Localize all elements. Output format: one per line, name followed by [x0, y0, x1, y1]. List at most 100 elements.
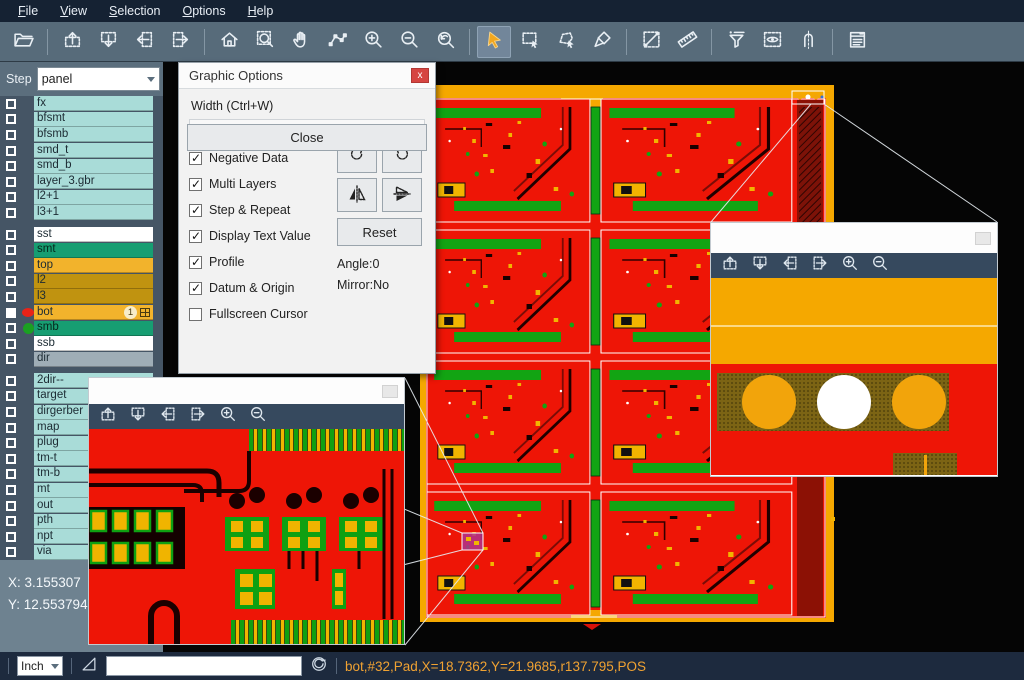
layer-row[interactable]: top: [0, 258, 163, 274]
checkbox-display-text-value[interactable]: Display Text Value: [189, 223, 334, 249]
layer-visibility-checkbox[interactable]: [6, 177, 16, 187]
layer-name[interactable]: layer_3.gbr: [34, 174, 153, 189]
pan-right-button[interactable]: [807, 255, 833, 277]
filter-button[interactable]: [719, 26, 753, 58]
layer-name[interactable]: bfsmb: [34, 127, 153, 142]
angle-mode-icon[interactable]: [80, 655, 98, 678]
zoom-out-button[interactable]: [245, 406, 271, 428]
zoom-out-button[interactable]: [867, 255, 893, 277]
layer-visibility-checkbox[interactable]: [6, 516, 16, 526]
menu-view[interactable]: View: [50, 2, 97, 20]
layer-name[interactable]: fx: [34, 96, 153, 111]
layer-row[interactable]: smb: [0, 320, 163, 336]
checkbox-step-repeat[interactable]: Step & Repeat: [189, 197, 334, 223]
layer-visibility-checkbox[interactable]: [6, 208, 16, 218]
layer-visibility-checkbox[interactable]: [6, 391, 16, 401]
layer-visibility-checkbox[interactable]: [6, 261, 16, 271]
pan-hand-button[interactable]: [284, 26, 318, 58]
layer-visibility-checkbox[interactable]: [6, 354, 16, 364]
layer-name[interactable]: bot1: [34, 305, 153, 320]
flip-horizontal-button[interactable]: [337, 178, 377, 212]
polygon-select-button[interactable]: [549, 26, 583, 58]
layer-name[interactable]: l2+1: [34, 190, 153, 205]
layer-visibility-checkbox[interactable]: [6, 192, 16, 202]
reset-button[interactable]: Reset: [337, 218, 422, 246]
layer-visibility-checkbox[interactable]: [6, 454, 16, 464]
open-folder-button[interactable]: [6, 26, 40, 58]
layer-name[interactable]: dir: [34, 352, 153, 367]
layer-row[interactable]: bfsmb: [0, 127, 163, 143]
page-up-button[interactable]: [55, 26, 89, 58]
unit-select[interactable]: Inch: [17, 656, 63, 676]
dialog-title-bar[interactable]: Graphic Options x: [179, 63, 435, 89]
refresh-icon[interactable]: [310, 655, 328, 678]
zoom-previous-button[interactable]: [428, 26, 462, 58]
ruler-button[interactable]: [670, 26, 704, 58]
pan-right-button[interactable]: [185, 406, 211, 428]
layer-name[interactable]: l3+1: [34, 205, 153, 220]
menu-options[interactable]: Options: [172, 2, 235, 20]
checkbox-profile[interactable]: Profile: [189, 249, 334, 275]
layer-row[interactable]: dir: [0, 352, 163, 368]
checkbox-fullscreen-cursor[interactable]: Fullscreen Cursor: [189, 301, 334, 327]
snap-hook-button[interactable]: [791, 26, 825, 58]
layer-row[interactable]: layer_3.gbr: [0, 174, 163, 190]
zoom-in-button[interactable]: [837, 255, 863, 277]
layer-visibility-checkbox[interactable]: [6, 547, 16, 557]
layer-visibility-checkbox[interactable]: [6, 423, 16, 433]
layer-visibility-checkbox[interactable]: [6, 161, 16, 171]
magnifier-view-top[interactable]: [711, 278, 997, 475]
zoom-in-button[interactable]: [215, 406, 241, 428]
layer-name[interactable]: bfsmt: [34, 112, 153, 127]
layer-visibility-checkbox[interactable]: [6, 130, 16, 140]
magnifier-window-bottom[interactable]: [88, 377, 405, 645]
magnifier-title-bar[interactable]: [89, 378, 404, 404]
pan-up-button[interactable]: [95, 406, 121, 428]
layer-row[interactable]: l3+1: [0, 205, 163, 221]
layer-row-active[interactable]: bot1: [0, 305, 163, 321]
close-icon[interactable]: x: [411, 68, 429, 83]
checkbox-multi-layers[interactable]: Multi Layers: [189, 171, 334, 197]
layer-name[interactable]: smb: [34, 321, 153, 336]
clean-brush-button[interactable]: [585, 26, 619, 58]
layer-visibility-checkbox[interactable]: [6, 230, 16, 240]
view-region-button[interactable]: [755, 26, 789, 58]
layer-visibility-checkbox[interactable]: [6, 469, 16, 479]
layer-row[interactable]: l2+1: [0, 190, 163, 206]
layer-visibility-checkbox[interactable]: [6, 323, 16, 333]
page-right-button[interactable]: [163, 26, 197, 58]
pan-left-button[interactable]: [155, 406, 181, 428]
pan-down-button[interactable]: [747, 255, 773, 277]
pan-down-button[interactable]: [125, 406, 151, 428]
layer-visibility-checkbox[interactable]: [6, 339, 16, 349]
rect-select-button[interactable]: [513, 26, 547, 58]
dialog-close-button[interactable]: Close: [187, 124, 427, 151]
flip-vertical-button[interactable]: [382, 178, 422, 212]
layer-visibility-checkbox[interactable]: [6, 376, 16, 386]
layer-row[interactable]: ssb: [0, 336, 163, 352]
menu-file[interactable]: File: [8, 2, 48, 20]
layer-visibility-checkbox[interactable]: [6, 308, 16, 318]
layer-name[interactable]: top: [34, 258, 153, 273]
layer-name[interactable]: smd_t: [34, 143, 153, 158]
layer-visibility-checkbox[interactable]: [6, 438, 16, 448]
layer-row[interactable]: l2: [0, 274, 163, 290]
layer-name[interactable]: smd_b: [34, 159, 153, 174]
measure-distance-button[interactable]: [634, 26, 668, 58]
measure-path-button[interactable]: [320, 26, 354, 58]
zoom-region-button[interactable]: [248, 26, 282, 58]
layer-name[interactable]: l3: [34, 289, 153, 304]
layer-name[interactable]: l2: [34, 274, 153, 289]
layer-row[interactable]: l3: [0, 289, 163, 305]
layer-name[interactable]: sst: [34, 227, 153, 242]
window-button-icon[interactable]: [975, 232, 991, 245]
menu-selection[interactable]: Selection: [99, 2, 170, 20]
layer-visibility-checkbox[interactable]: [6, 501, 16, 511]
magnifier-title-bar[interactable]: [711, 223, 997, 253]
layer-visibility-checkbox[interactable]: [6, 276, 16, 286]
layer-visibility-checkbox[interactable]: [6, 532, 16, 542]
layer-row[interactable]: smd_t: [0, 143, 163, 159]
layer-row[interactable]: fx: [0, 96, 163, 112]
checkbox-datum-origin[interactable]: Datum & Origin: [189, 275, 334, 301]
magnifier-view-bottom[interactable]: [89, 429, 404, 644]
